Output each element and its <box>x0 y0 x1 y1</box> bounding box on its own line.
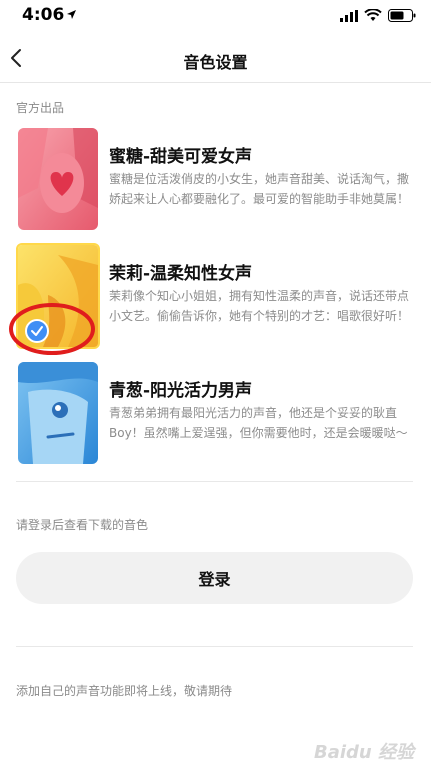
status-bar: 4:06 <box>0 0 431 32</box>
login-button[interactable]: 登录 <box>16 552 413 604</box>
section-label-downloaded: 请登录后查看下载的音色 <box>16 518 149 532</box>
cellular-signal-icon <box>340 10 358 22</box>
voice-description: 茉莉像个知心小姐姐，拥有知性温柔的声音，说话还带点小文艺。偷偷告诉你，她有个特别… <box>109 289 410 323</box>
voice-description: 青葱弟弟拥有最阳光活力的声音，他还是个妥妥的耿直Boy！虽然嘴上爱逞强，但你需要… <box>109 406 408 440</box>
footer-note: 添加自己的声音功能即将上线，敬请期待 <box>16 684 233 698</box>
voice-avatar-qingcong <box>18 362 98 464</box>
annotation-ring <box>9 303 95 355</box>
page-title: 音色设置 <box>183 53 248 72</box>
pink-heart-avatar-icon <box>18 128 98 230</box>
divider <box>16 481 413 482</box>
section-label-official: 官方出品 <box>16 101 65 115</box>
wifi-icon <box>364 9 382 21</box>
blue-boy-avatar-icon <box>18 362 98 464</box>
voice-description: 蜜糖是位活泼俏皮的小女生，她声音甜美、说话淘气，撒娇起来让人心都要融化了。最可爱… <box>109 172 410 206</box>
voice-item-mitang[interactable]: 蜜糖-甜美可爱女声 蜜糖是位活泼俏皮的小女生，她声音甜美、说话淘气，撒娇起来让人… <box>16 128 414 232</box>
nav-bar: 音色设置 <box>0 34 431 83</box>
voice-avatar-mitang <box>18 128 98 230</box>
voice-title: 蜜糖-甜美可爱女声 <box>109 147 253 167</box>
status-time: 4:06 <box>22 5 65 25</box>
voice-item-qingcong[interactable]: 青葱-阳光活力男声 青葱弟弟拥有最阳光活力的声音，他还是个妥妥的耿直Boy！虽然… <box>16 362 414 466</box>
voice-title: 青葱-阳光活力男声 <box>109 381 253 401</box>
battery-icon <box>388 9 416 22</box>
watermark: Baidu 经验 <box>314 742 415 763</box>
divider <box>16 646 413 647</box>
location-arrow-icon <box>67 10 76 19</box>
voice-title: 茉莉-温柔知性女声 <box>109 264 253 284</box>
